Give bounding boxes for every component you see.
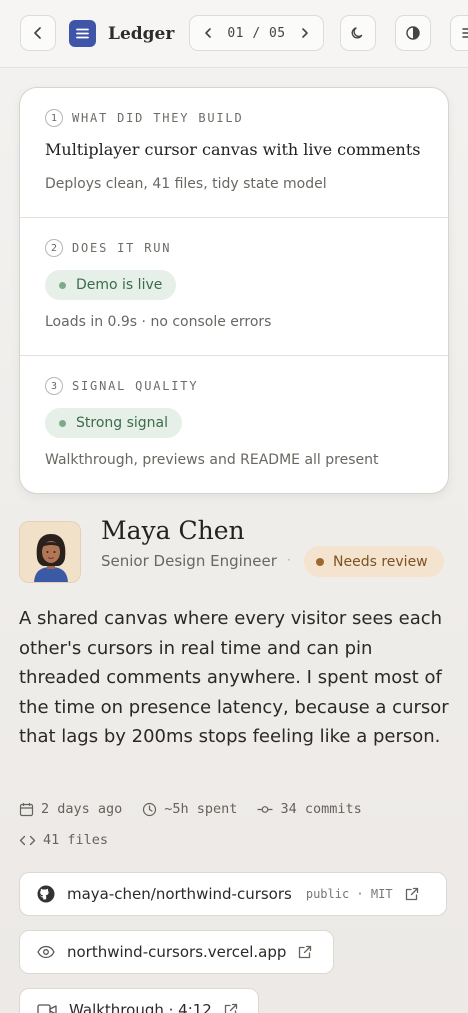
- chevron-left-icon: [205, 28, 211, 38]
- top-bar: Ledger 01 / 05: [0, 0, 468, 68]
- signal-badge: Strong signal: [45, 408, 183, 438]
- section-title: WHAT DID THEY BUILD: [72, 111, 244, 125]
- site-url: northwind-cursors.vercel.app: [67, 943, 287, 961]
- section-number: 1: [45, 109, 63, 127]
- meta-row: 2 days ago ~5h spent 34 commits: [19, 801, 362, 817]
- menu-icon[interactable]: [69, 20, 96, 47]
- calendar-icon: [19, 802, 34, 816]
- video-link[interactable]: Walkthrough · 4:12: [19, 988, 259, 1013]
- site-link[interactable]: northwind-cursors.vercel.app: [19, 930, 334, 974]
- review-status-label: Needs review: [333, 553, 428, 570]
- section-2-header: 2 DOES IT RUN: [45, 239, 171, 257]
- section-title: SIGNAL QUALITY: [72, 379, 199, 393]
- project-title: Multiplayer cursor canvas with live comm…: [45, 140, 421, 159]
- video-icon: [37, 1004, 57, 1013]
- section-3-header: 3 SIGNAL QUALITY: [45, 377, 198, 395]
- meta-files-label: 41 files: [43, 832, 109, 848]
- github-icon: [37, 885, 55, 903]
- meta-date: 2 days ago: [19, 801, 122, 817]
- repo-link[interactable]: maya-chen/northwind-cursors public · MIT: [19, 872, 447, 916]
- signal-details: Walkthrough, previews and README all pre…: [45, 452, 379, 468]
- divider: [20, 355, 448, 356]
- back-button[interactable]: [20, 15, 56, 51]
- summary-card: 1 WHAT DID THEY BUILD Multiplayer cursor…: [19, 87, 449, 494]
- section-title: DOES IT RUN: [72, 241, 172, 255]
- run-details: Loads in 0.9s · no console errors: [45, 314, 272, 330]
- prev-page-button[interactable]: [198, 23, 218, 43]
- divider: [20, 217, 448, 218]
- section-number: 2: [45, 239, 63, 257]
- section-1-header: 1 WHAT DID THEY BUILD: [45, 109, 243, 127]
- section-number: 3: [45, 377, 63, 395]
- avatar-illustration: [34, 534, 68, 582]
- external-link-icon: [405, 887, 419, 901]
- video-label: Walkthrough · 4:12: [69, 1001, 212, 1013]
- sliders-icon: [462, 28, 468, 38]
- pager: 01 / 05: [189, 15, 324, 51]
- status-dot: [316, 557, 324, 566]
- meta-date-label: 2 days ago: [41, 801, 123, 817]
- eye-icon: [37, 945, 55, 959]
- next-page-button[interactable]: [295, 23, 315, 43]
- review-status-badge: Needs review: [304, 546, 444, 577]
- demo-status-label: Demo is live: [76, 277, 163, 293]
- filter-button[interactable]: [450, 15, 468, 51]
- contrast-icon: [406, 26, 420, 40]
- status-dot: [59, 281, 66, 289]
- meta-row-2: 41 files: [19, 832, 108, 848]
- pager-count: 01 / 05: [227, 25, 286, 41]
- meta-time: ~5h spent: [142, 801, 237, 817]
- status-dot: [59, 419, 66, 427]
- project-description: A shared canvas where every visitor sees…: [19, 608, 449, 748]
- meta-time-label: ~5h spent: [164, 801, 238, 817]
- external-link-icon: [298, 945, 312, 959]
- signal-label: Strong signal: [76, 415, 169, 431]
- candidate-role: Senior Design Engineer: [101, 552, 277, 570]
- code-icon: [19, 835, 36, 845]
- demo-status-badge: Demo is live: [45, 270, 177, 300]
- brand-name: Ledger: [108, 23, 175, 44]
- separator: ·: [287, 553, 291, 567]
- moon-icon: [351, 27, 363, 39]
- brand: Ledger: [69, 20, 174, 47]
- candidate-name: Maya Chen: [101, 516, 245, 545]
- contrast-button[interactable]: [395, 15, 431, 51]
- dark-mode-button[interactable]: [340, 15, 376, 51]
- chevron-right-icon: [302, 28, 308, 38]
- chevron-left-icon: [34, 27, 41, 39]
- external-link-icon: [224, 1003, 238, 1013]
- clock-icon: [143, 802, 157, 816]
- project-summary: Deploys clean, 41 files, tidy state mode…: [45, 176, 327, 192]
- meta-commits-label: 34 commits: [280, 801, 362, 817]
- commit-icon: [257, 805, 273, 813]
- meta-commits: 34 commits: [257, 801, 362, 817]
- repo-name: maya-chen/northwind-cursors: [67, 885, 292, 903]
- repo-visibility-license: public · MIT: [305, 887, 393, 901]
- avatar: [19, 521, 81, 583]
- meta-files: 41 files: [19, 832, 108, 848]
